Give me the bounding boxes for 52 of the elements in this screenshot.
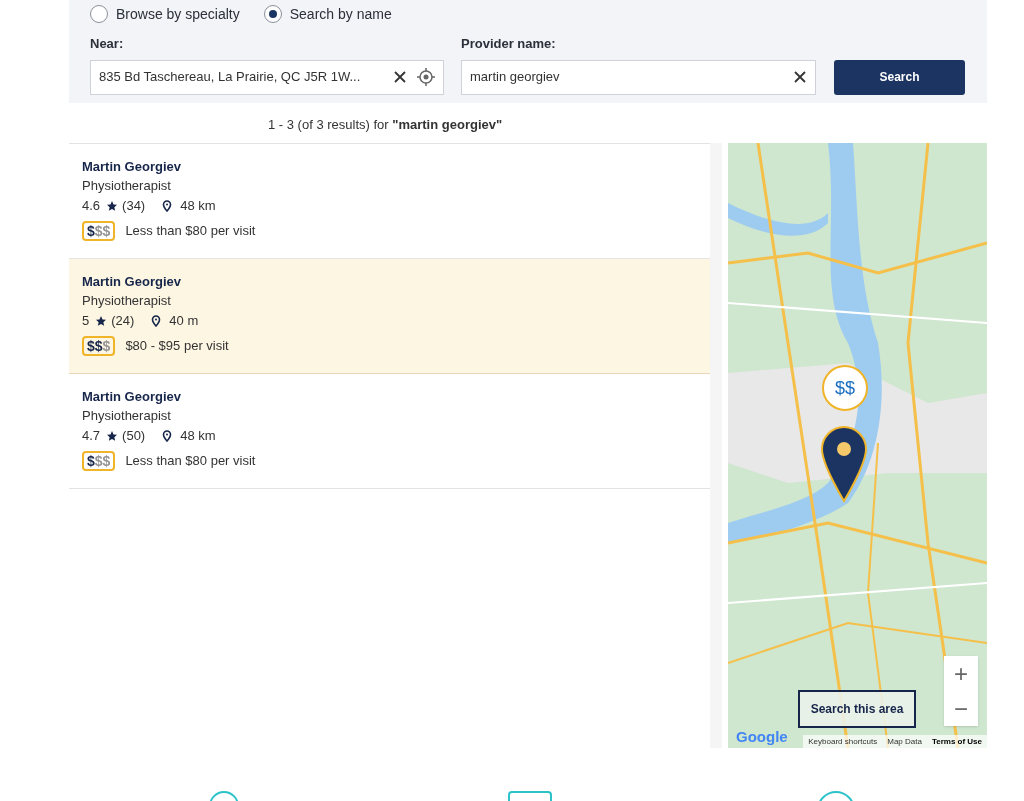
provider-specialty: Physiotherapist	[82, 292, 172, 310]
distance: 40 m	[169, 312, 199, 330]
provider-name[interactable]: Martin Georgiev	[82, 158, 697, 176]
results-summary: 1 - 3 (of 3 results) for "martin georgiev"	[268, 116, 504, 132]
price-range: $80 - $95 per visit	[125, 337, 229, 356]
box-icon	[508, 790, 552, 801]
clear-icon[interactable]	[393, 70, 407, 84]
location-pin-icon	[162, 430, 173, 442]
zoom-out-button[interactable]: −	[944, 691, 978, 726]
provider-name[interactable]: Martin Georgiev	[82, 388, 697, 406]
provider-name[interactable]: Martin Georgiev	[82, 273, 697, 291]
map[interactable]: $$ Search this area + − Google Keyboard shortcuts Map Data Terms of Use	[728, 143, 987, 748]
star-icon	[106, 200, 119, 212]
star-icon	[106, 430, 119, 442]
map-footer-link[interactable]: Terms of Use	[926, 735, 987, 748]
map-footer-link[interactable]: Keyboard shortcuts	[803, 735, 883, 748]
star-icon	[95, 315, 108, 327]
map-footer-link[interactable]: Map Data	[882, 735, 927, 748]
clear-icon[interactable]	[793, 70, 807, 84]
scrollbar[interactable]	[710, 143, 722, 748]
location-pin-icon	[162, 200, 173, 212]
field-label: Near:	[90, 35, 125, 53]
provider-specialty: Physiotherapist	[82, 407, 172, 425]
rating-value: 4.6	[82, 197, 101, 215]
location-field[interactable]: 835 Bd Taschereau, La Prairie, QC J5R 1W...	[90, 59, 444, 95]
search-button[interactable]: Search	[834, 59, 965, 95]
review-count: (34)	[122, 197, 146, 215]
price-badge: $$$	[82, 221, 116, 241]
price-badge: $$$	[82, 336, 116, 356]
zoom-in-button[interactable]: +	[944, 656, 978, 691]
field-label: Provider name:	[461, 35, 557, 53]
review-count: (50)	[122, 427, 146, 445]
price-range: Less than $80 per visit	[125, 452, 256, 471]
search-area-button[interactable]: Search this area	[798, 690, 916, 728]
map-pin-icon[interactable]	[820, 425, 868, 503]
radio-option[interactable]: Browse by specialty	[90, 3, 240, 25]
location-pin-icon	[151, 315, 162, 327]
price-badge: $$$	[82, 451, 116, 471]
rating-value: 5	[82, 312, 90, 330]
distance: 48 km	[180, 197, 216, 215]
distance: 48 km	[180, 427, 216, 445]
radio-option[interactable]: Search by name	[263, 3, 392, 25]
result-item[interactable]: Martin Georgiev Physiotherapist 5 (24) 40 m $$$ $80 - $95 per visit	[69, 259, 710, 374]
price-range: Less than $80 per visit	[125, 222, 256, 241]
radio-button[interactable]	[90, 5, 108, 23]
provider-name-field[interactable]: martin georgiev	[461, 59, 816, 95]
rating-value: 4.7	[82, 427, 101, 445]
map-logo: Google	[736, 727, 788, 747]
provider-specialty: Physiotherapist	[82, 177, 172, 195]
locate-icon[interactable]	[417, 68, 435, 86]
radio-button[interactable]	[263, 5, 282, 23]
review-count: (24)	[111, 312, 135, 330]
